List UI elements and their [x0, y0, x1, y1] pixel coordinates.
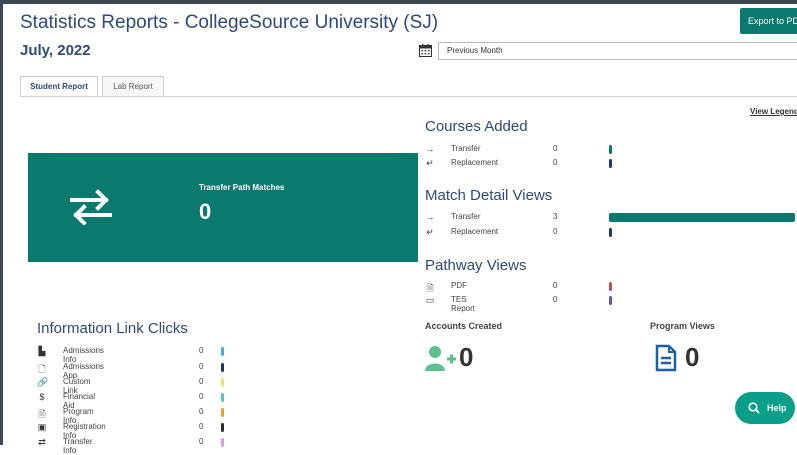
tab-student-report[interactable]: Student Report: [20, 76, 98, 97]
window-top-border: [0, 0, 797, 4]
transfer-path-matches-value: 0: [199, 199, 212, 224]
link-icon: 🔗: [37, 377, 49, 387]
transfer-path-matches-label: Transfer Path Matches: [199, 183, 285, 192]
dollar-icon: $: [39, 392, 45, 402]
match-detail-views-title: Match Detail Views: [425, 187, 553, 204]
document-icon: [655, 344, 677, 372]
info-bar-admissions-info: [221, 347, 224, 356]
match-detail-bar-transfer: [609, 213, 795, 222]
file-icon: 🗋: [38, 364, 46, 374]
info-bar-registration-info: [221, 423, 224, 432]
accounts-created-value: 0: [459, 342, 474, 372]
program-views-label: Program Views: [650, 321, 715, 331]
pathway-views-title: Pathway Views: [425, 257, 527, 274]
return-arrow-icon: ↵: [426, 158, 434, 168]
info-bar-program-info: [221, 408, 224, 417]
help-button[interactable]: Help: [735, 392, 795, 424]
registration-icon: ▣: [37, 422, 47, 432]
file-text-icon: 🗎: [38, 409, 46, 419]
transfer-icon: ⇄: [38, 437, 46, 447]
tab-divider: [20, 96, 797, 97]
window-left-border: [0, 0, 3, 445]
window-icon: ▭: [425, 295, 435, 305]
info-bar-transfer-info: [221, 438, 224, 447]
page-title: Statistics Reports - CollegeSource Unive…: [20, 12, 439, 33]
information-link-clicks-title: Information Link Clicks: [37, 320, 188, 337]
info-bar-financial-aid: [221, 393, 224, 402]
transfer-path-matches-card: Transfer Path Matches 0: [28, 153, 418, 262]
courses-added-bar-replacement: [609, 159, 612, 168]
match-detail-bar-replacement: [609, 228, 612, 237]
info-bar-custom-link: [221, 378, 224, 387]
pathway-views-bar-pdf: [609, 282, 612, 291]
program-views-value: 0: [685, 342, 700, 372]
help-label: Help: [767, 403, 787, 413]
view-legend-link[interactable]: View Legend: [750, 107, 797, 116]
courses-added-title: Courses Added: [425, 118, 528, 135]
accounts-created-label: Accounts Created: [425, 321, 503, 331]
add-user-icon: [425, 346, 456, 371]
arrow-right-icon: →: [425, 212, 435, 222]
swap-arrows-icon: [70, 189, 112, 225]
report-period: July, 2022: [20, 42, 91, 59]
search-icon: [748, 402, 760, 414]
calendar-icon[interactable]: [419, 44, 432, 57]
tab-lab-report[interactable]: Lab Report: [102, 76, 164, 97]
building-icon: ▙: [38, 346, 46, 356]
info-bar-admissions-app: [221, 363, 224, 372]
return-arrow-icon: ↵: [426, 227, 434, 237]
export-pdf-button[interactable]: Export to PDF: [740, 8, 797, 34]
arrow-right-icon: →: [425, 144, 435, 154]
pathway-views-bar-tes-report: [609, 296, 612, 305]
period-select[interactable]: Previous Month: [438, 42, 797, 60]
courses-added-bar-transfer: [609, 145, 612, 154]
